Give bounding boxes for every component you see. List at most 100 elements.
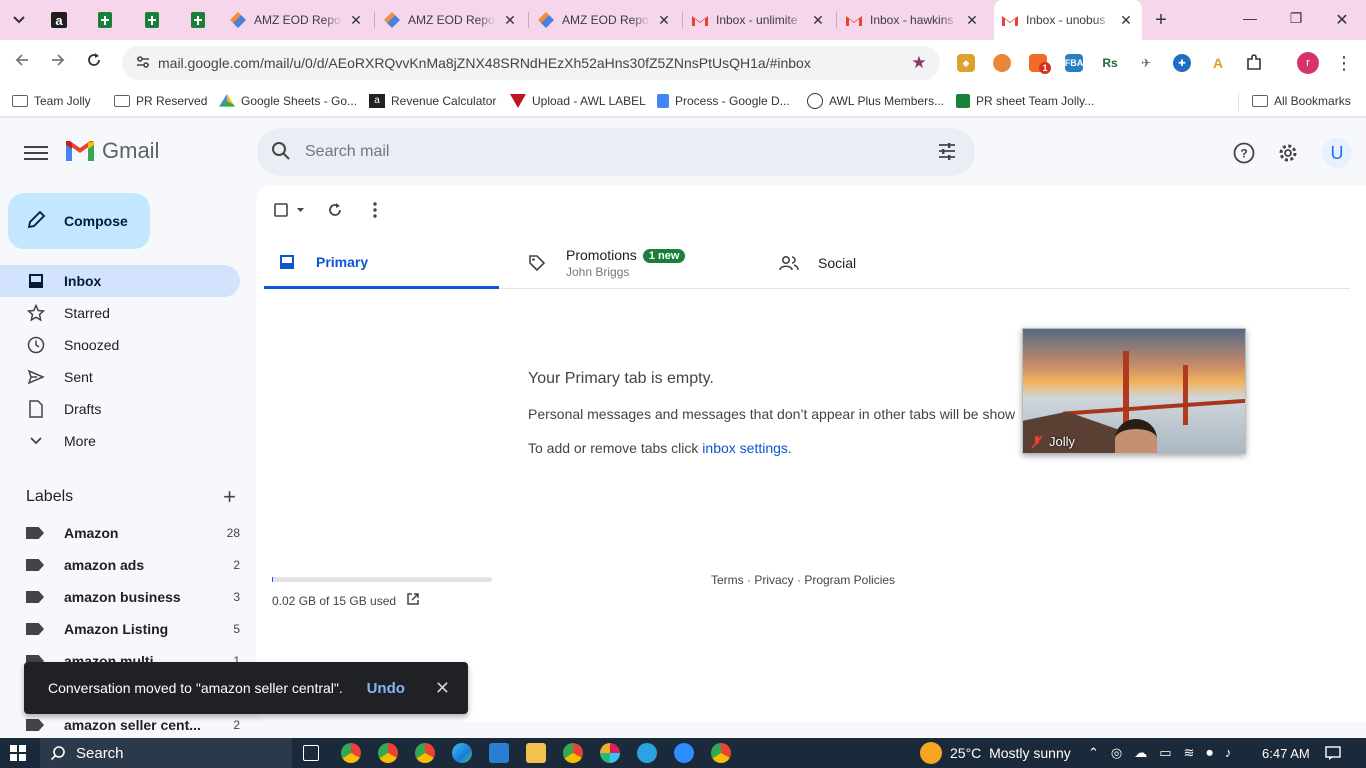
bookmark-item[interactable]: Process - Google D... [657,91,790,111]
labels-title: Labels [26,488,74,505]
close-icon[interactable]: ✕ [502,12,518,29]
chrome-icon[interactable] [563,743,583,763]
clock[interactable]: 6:47 AM [1262,738,1310,768]
taskbar-search[interactable]: Search [40,738,292,768]
browser-tab-active[interactable]: Inbox - unobus ✕ [994,0,1142,40]
footer-links[interactable]: Terms · Privacy · Program Policies [711,573,895,587]
browser-tab[interactable]: AMZ EOD Repo ✕ [530,6,680,34]
windows-start-icon[interactable] [10,745,26,761]
pinned-tab-amazon[interactable]: a [46,8,72,32]
edge-icon[interactable] [452,743,472,763]
extension-badge-icon[interactable]: 1 [1029,54,1051,74]
minimize-button[interactable]: — [1240,10,1260,26]
sidebar-item-inbox[interactable]: Inbox [0,265,240,297]
help-icon[interactable]: ? [1231,140,1257,166]
pinned-tab-sheets-1[interactable] [92,8,118,32]
more-options-icon[interactable] [362,197,388,223]
pinned-tab-sheets-3[interactable] [185,8,211,32]
close-window-button[interactable]: ✕ [1332,10,1352,30]
tab-search-button[interactable] [6,8,32,32]
chrome-icon[interactable] [341,743,361,763]
zoom-icon[interactable] [674,743,694,763]
profile-avatar[interactable]: r [1297,52,1319,74]
reload-button[interactable] [83,52,105,74]
forward-button[interactable] [47,52,69,74]
browser-tab[interactable]: Inbox - hawkins ✕ [838,6,988,34]
inbox-settings-link[interactable]: inbox settings [702,440,788,456]
compose-button[interactable]: Compose [8,193,150,249]
settings-gear-icon[interactable] [1275,140,1301,166]
globe-extension-icon[interactable]: ✚ [1173,54,1191,72]
close-icon[interactable]: ✕ [964,12,980,29]
label-item[interactable]: amazon ads 2 [0,549,240,581]
search-icon[interactable] [257,141,305,164]
notifications-icon[interactable] [1325,738,1341,768]
extensions-puzzle-icon[interactable] [1245,54,1263,72]
bookmark-item[interactable]: Google Sheets - Go... [219,91,357,111]
rs-extension-icon[interactable]: Rs [1101,54,1119,72]
browser-tab[interactable]: Inbox - unlimite ✕ [684,6,834,34]
video-call-preview[interactable]: Jolly [1022,328,1246,454]
pinned-tab-sheets-2[interactable] [139,8,165,32]
bookmark-item[interactable]: AWL Plus Members... [807,91,944,111]
bookmark-item[interactable]: PR sheet Team Jolly... [956,91,1094,111]
chrome-icon-active[interactable] [711,743,731,763]
bookmark-item[interactable]: PR Reserved [114,91,207,111]
store-icon[interactable] [489,743,509,763]
sidebar-item-drafts[interactable]: Drafts [0,393,240,425]
add-label-button[interactable]: + [223,484,236,510]
sidebar-item-starred[interactable]: Starred [0,297,240,329]
close-icon[interactable]: ✕ [435,678,450,699]
undo-button[interactable]: Undo [367,680,405,697]
bookmark-item[interactable]: a Revenue Calculator [369,91,496,111]
ascout-extension-icon[interactable]: A [1209,54,1227,72]
search-bar[interactable] [257,128,975,176]
all-bookmarks[interactable]: All Bookmarks [1252,91,1351,111]
bookmark-star-icon[interactable]: ★ [906,53,932,73]
browser-tab[interactable]: AMZ EOD Repo ✕ [376,6,526,34]
telegram-icon[interactable] [637,743,657,763]
weather-widget[interactable]: 25°C Mostly sunny [920,738,1071,768]
bird-extension-icon[interactable]: ✈ [1137,54,1155,72]
system-tray[interactable]: ⌃◎☁▭≋⏺♪ [1088,738,1243,768]
extension-icon[interactable] [993,54,1011,72]
account-avatar[interactable]: U [1322,138,1352,168]
drive-icon [219,94,235,107]
close-icon[interactable]: ✕ [348,12,364,29]
tab-primary[interactable]: Primary [264,237,499,289]
label-item[interactable]: Amazon 28 [0,517,240,549]
chrome-icon[interactable] [415,743,435,763]
main-menu-button[interactable] [24,142,48,162]
select-all-checkbox[interactable] [272,197,308,223]
back-button[interactable] [11,52,33,74]
new-tab-button[interactable]: + [1150,9,1172,31]
sidebar-item-sent[interactable]: Sent [0,361,240,393]
search-options-icon[interactable] [919,142,975,163]
fba-extension-icon[interactable]: FBA [1065,54,1083,72]
label-item[interactable]: Amazon Listing 5 [0,613,240,645]
file-explorer-icon[interactable] [526,743,546,763]
chrome-icon[interactable] [378,743,398,763]
gmail-logo[interactable]: Gmail [64,138,159,164]
task-view-icon[interactable] [303,745,319,761]
tab-promotions[interactable]: Promotions 1 new John Briggs [514,237,754,289]
address-bar[interactable]: mail.google.com/mail/u/0/d/AEoRXRQvvKnMa… [122,46,940,80]
browser-tab[interactable]: AMZ EOD Repo ✕ [222,6,372,34]
site-info-icon[interactable] [128,55,158,72]
sidebar-item-more[interactable]: More [0,425,240,457]
search-input[interactable] [305,143,919,161]
tab-social[interactable]: Social [766,237,1006,289]
extension-icon[interactable]: ◆ [957,54,975,72]
bookmark-item[interactable]: Team Jolly [12,91,91,111]
close-icon[interactable]: ✕ [810,12,826,29]
browser-menu-icon[interactable]: ⋮ [1335,50,1353,76]
refresh-icon[interactable] [322,197,348,223]
sidebar-item-snoozed[interactable]: Snoozed [0,329,240,361]
bookmark-item[interactable]: Upload - AWL LABEL [510,91,646,111]
close-icon[interactable]: ✕ [656,12,672,29]
label-item[interactable]: amazon business 3 [0,581,240,613]
close-icon[interactable]: ✕ [1118,12,1134,29]
restore-button[interactable]: ❐ [1286,10,1306,27]
slack-icon[interactable] [600,743,620,763]
open-external-icon[interactable] [406,592,420,609]
